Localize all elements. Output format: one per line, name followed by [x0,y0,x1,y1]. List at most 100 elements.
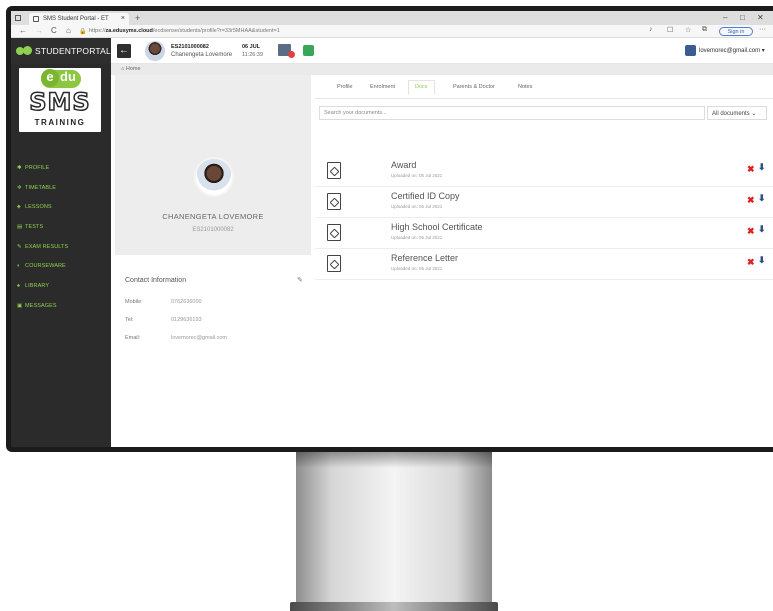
delete-icon[interactable]: ✖ [747,195,755,206]
tab-notes[interactable]: Notes [518,84,532,90]
edit-icon[interactable]: ✎ [297,276,303,284]
message-icon: ▣ [17,303,23,309]
breadcrumb-home[interactable]: ⌂ Home [121,66,141,72]
user-icon[interactable] [685,45,696,56]
document-date: Uploaded on: 05 Jul 2021 [391,204,443,209]
delete-icon[interactable]: ✖ [747,226,755,237]
breadcrumb-label: Home [125,66,141,72]
document-date: Uploaded on: 05 Jul 2021 [391,235,443,240]
notification-badge [288,51,295,58]
documents-panel: Profile Enrolment Docs Parents & Doctor … [315,75,773,447]
group-icon: ♣ [17,204,21,210]
document-name[interactable]: Certified ID Copy [391,191,460,201]
search-input[interactable]: Search your documents... [319,106,705,120]
logo-sms: SMS [29,87,91,117]
sidebar-item-label: MESSAGES [25,303,57,309]
close-window-icon[interactable]: ✕ [757,13,764,22]
sign-in-button[interactable]: Sign in [719,27,753,36]
header-date: 06 JUL [242,44,261,50]
list-icon: ▤ [17,224,23,230]
avatar[interactable] [145,41,165,61]
favorites-icon[interactable]: ☆ [685,26,691,34]
logo-edu-e: e [41,69,59,87]
pdf-icon [327,193,341,210]
favicon-icon [33,16,39,22]
basket-icon: ♠ [17,283,21,289]
document-name[interactable]: Award [391,160,416,170]
monitor-stand [296,452,492,602]
brand[interactable]: STUDENTPORTAL [11,38,111,64]
url-host: za.edusyms.cloud [105,28,153,34]
list-item: Reference Letter Uploaded on: 05 Jul 202… [315,249,773,280]
url-field[interactable]: https://za.edusyms.cloud/ecdsense/studen… [89,28,280,34]
home-icon: ✱ [17,165,22,171]
delete-icon[interactable]: ✖ [747,257,755,268]
list-item: Certified ID Copy Uploaded on: 05 Jul 20… [315,187,773,218]
browser-tab-title: SMS Student Portal - ET [43,16,109,22]
browser-tab-bar: SMS Student Portal - ET × + – □ ✕ [11,11,773,25]
new-tab-button[interactable]: + [135,13,140,23]
document-filter-select[interactable]: All documents ⌄ [707,106,767,120]
tab-parents-doctor[interactable]: Parents & Doctor [453,84,495,90]
list-item: Award Uploaded on: 05 Jul 2021 ✖ ⬇ [315,156,773,187]
tab-docs[interactable]: Docs [408,80,435,95]
screen: SMS Student Portal - ET × + – □ ✕ ← → C … [11,11,773,447]
tab-enrolment[interactable]: Enrolment [370,84,395,90]
back-nav-icon[interactable]: ← [19,26,27,35]
read-aloud-icon[interactable]: ♪ [649,26,653,33]
forward-nav-icon[interactable]: → [35,26,43,35]
delete-icon[interactable]: ✖ [747,164,755,175]
breadcrumb: ⌂ Home [111,64,773,75]
contact-label-tel: Tel: [125,317,134,323]
monitor-bezel: SMS Student Portal - ET × + – □ ✕ ← → C … [6,6,773,452]
profile-id: ES2101000082 [192,227,234,233]
logo-training: TRAINING [34,118,86,127]
browser-tab[interactable]: SMS Student Portal - ET × [29,13,129,25]
brand-dot-icon-2 [23,46,32,55]
sidebar-item-timetable[interactable]: ✲ TIMETABLE [17,185,56,191]
sidebar-item-label: COURSEWARE [25,263,66,269]
minimize-icon[interactable]: – [723,13,727,22]
tab-profile[interactable]: Profile [337,84,353,90]
user-menu[interactable]: lovemorec@gmail.com ▾ [699,47,765,54]
sidebar-item-courseware[interactable]: ◐ COURSEWARE [17,263,66,269]
document-name[interactable]: High School Certificate [391,222,483,232]
refresh-icon[interactable]: C [51,26,57,35]
contact-title: Contact Information [125,277,187,284]
more-icon[interactable]: ··· [759,26,766,33]
back-button[interactable]: ← [117,44,131,58]
download-icon[interactable]: ⬇ [758,224,766,235]
sidebar: e du SMS TRAINING ✱ PROFILE ✲ TIMETABLE ♣ L… [11,64,111,447]
sidebar-item-label: TIMETABLE [25,185,57,191]
sidebar-item-lessons[interactable]: ♣ LESSONS [17,204,52,210]
url-path: /ecdsense/students/profile?r=33r5MHAA&st… [152,28,280,34]
contact-value-mobile: 0762636000 [171,299,202,305]
sidebar-item-label: EXAM RESULTS [25,244,69,250]
app-header: STUDENTPORTAL ← ES2101000082 Chanengeta … [11,38,773,64]
extensions-icon[interactable]: ☐ [667,26,673,34]
pdf-icon [327,224,341,241]
header-student-name: Chanengeta Lovemore [171,52,233,58]
download-icon[interactable]: ⬇ [758,193,766,204]
sidebar-item-exam-results[interactable]: ✎ EXAM RESULTS [17,244,68,250]
sidebar-item-label: PROFILE [25,165,50,171]
sidebar-item-messages[interactable]: ▣ MESSAGES [17,303,57,309]
brand-name: STUDENTPORTAL [35,46,111,56]
tab-close-icon[interactable]: × [121,15,125,22]
sidebar-item-library[interactable]: ♠ LIBRARY [17,283,49,289]
maximize-icon[interactable]: □ [740,13,745,22]
profile-photo [194,157,234,197]
sidebar-item-label: LIBRARY [25,283,50,289]
download-icon[interactable]: ⬇ [758,162,766,173]
profile-tabs: Profile Enrolment Docs Parents & Doctor … [315,75,773,99]
download-icon[interactable]: ⬇ [758,255,766,266]
window-menu-icon[interactable] [15,15,21,21]
collections-icon[interactable]: ⧉ [702,26,707,34]
contact-value-email: lovemorec@gmail.com [171,335,228,341]
home-nav-icon[interactable]: ⌂ [66,26,71,35]
document-name[interactable]: Reference Letter [391,253,458,263]
sidebar-item-profile[interactable]: ✱ PROFILE [17,165,49,171]
sidebar-item-tests[interactable]: ▤ TESTS [17,224,43,230]
address-bar: ← → C ⌂ 🔒 https://za.edusyms.cloud/ecdse… [11,25,773,38]
spreadsheet-icon[interactable] [303,45,314,56]
